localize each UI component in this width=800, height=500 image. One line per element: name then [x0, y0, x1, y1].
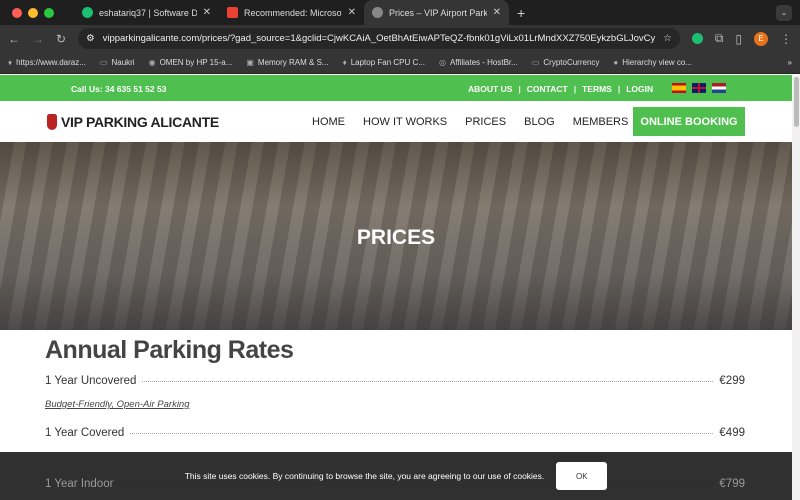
extensions-puzzle-icon[interactable]: ⧉ — [715, 31, 724, 46]
dutch-flag-icon[interactable] — [712, 83, 726, 93]
cookie-ok-button[interactable]: OK — [556, 462, 608, 490]
nav-how-it-works[interactable]: HOW IT WORKS — [363, 116, 447, 128]
url-input[interactable]: ⚙ vipparkingalicante.com/prices/?gad_sour… — [78, 28, 680, 49]
bookmarks-bar: ♦ https://www.daraz... ▭ Naukri ◉ OMEN by H… — [0, 52, 800, 74]
site-settings-icon[interactable]: ⚙ — [86, 33, 95, 44]
page-title: PRICES — [356, 226, 436, 249]
rate-description-link[interactable]: Budget-Friendly, Open-Air Parking — [45, 399, 190, 410]
terms-link[interactable]: TERMS — [582, 84, 612, 94]
nav-blog[interactable]: BLOG — [524, 116, 555, 128]
window-controls — [12, 7, 54, 18]
bookmark-folder[interactable]: ▭ CryptoCurrency — [532, 58, 600, 67]
address-bar-row: ← → ↻ ⚙ vipparkingalicante.com/prices/?ga… — [0, 25, 800, 52]
back-icon[interactable]: ← — [8, 32, 20, 46]
phone-number[interactable]: Call Us: 34 635 51 52 53 — [71, 84, 166, 94]
logo-shield-icon — [47, 114, 57, 130]
online-booking-button[interactable]: ONLINE BOOKING — [633, 107, 745, 136]
browser-tab-bar: eshatariq37 | Software Devel✕ Recommende… — [0, 0, 800, 25]
scrollbar-thumb[interactable] — [793, 77, 799, 127]
nav-prices[interactable]: PRICES — [465, 116, 506, 128]
bookmark-item[interactable]: ◉ OMEN by HP 15-a... — [149, 58, 233, 67]
nav-members[interactable]: MEMBERS — [573, 116, 629, 128]
browser-menu-icon[interactable]: ⋮ — [780, 32, 792, 46]
more-bookmarks-icon[interactable]: » — [788, 58, 792, 67]
reload-icon[interactable]: ↻ — [56, 32, 66, 46]
profile-avatar[interactable]: E — [754, 31, 768, 46]
fiverr-icon — [82, 7, 93, 18]
gmail-icon — [227, 7, 238, 18]
about-us-link[interactable]: ABOUT US — [468, 84, 512, 94]
bookmark-item[interactable]: ♦ Laptop Fan CPU C... — [343, 58, 425, 67]
bookmark-folder[interactable]: ▭ Naukri — [100, 58, 135, 67]
rate-row: 1 Year Covered €499 — [45, 427, 745, 439]
close-tab-icon[interactable]: ✕ — [348, 7, 356, 18]
login-link[interactable]: LOGIN — [626, 84, 653, 94]
bookmark-item[interactable]: ▣ Memory RAM & S... — [246, 58, 328, 67]
tab-prices[interactable]: Prices – VIP Airport Parking A✕ — [364, 0, 509, 25]
cookie-banner: This site uses cookies. By continuing to… — [0, 452, 792, 500]
bookmark-star-icon[interactable]: ☆ — [663, 33, 672, 44]
main-navigation: VIP PARKING ALICANTE HOME HOW IT WORKS P… — [0, 101, 792, 142]
nav-home[interactable]: HOME — [312, 116, 345, 128]
close-tab-icon[interactable]: ✕ — [203, 7, 211, 18]
spanish-flag-icon[interactable] — [672, 83, 686, 93]
forward-icon[interactable]: → — [32, 32, 44, 46]
globe-icon — [372, 7, 383, 18]
tab-gmail[interactable]: Recommended: Microsoft Az✕ — [219, 0, 364, 25]
bookmark-item[interactable]: ♦ https://www.daraz... — [8, 58, 86, 67]
hero-banner: PRICES — [0, 142, 792, 330]
extension-icon[interactable] — [691, 33, 703, 44]
top-info-bar: Call Us: 34 635 51 52 53 ABOUT US | CONTA… — [0, 75, 792, 101]
maximize-window-button[interactable] — [44, 7, 54, 18]
bookmark-item[interactable]: ● Hierarchy view co... — [613, 58, 692, 67]
close-tab-icon[interactable]: ✕ — [493, 7, 501, 18]
dotted-leader — [142, 380, 714, 382]
page-scrollbar[interactable] — [792, 75, 800, 500]
dotted-leader — [130, 432, 714, 434]
rate-name: 1 Year Indoor — [45, 478, 114, 490]
cookie-message: This site uses cookies. By continuing to… — [184, 471, 545, 481]
contact-link[interactable]: CONTACT — [527, 84, 568, 94]
uk-flag-icon[interactable] — [692, 83, 706, 93]
tab-search-button[interactable]: ⌄ — [776, 5, 792, 21]
rate-price: €799 — [719, 478, 745, 490]
minimize-window-button[interactable] — [28, 7, 38, 18]
site-logo[interactable]: VIP PARKING ALICANTE — [47, 114, 219, 130]
rate-row: 1 Year Uncovered €299 — [45, 375, 745, 387]
rates-heading: Annual Parking Rates — [45, 336, 294, 364]
tab-fiverr[interactable]: eshatariq37 | Software Devel✕ — [74, 0, 219, 25]
side-panel-icon[interactable]: ▯ — [735, 32, 742, 46]
new-tab-button[interactable]: + — [517, 5, 525, 21]
bookmark-item[interactable]: ◎ Affiliates - HostBr... — [439, 58, 518, 67]
close-window-button[interactable] — [12, 7, 22, 18]
